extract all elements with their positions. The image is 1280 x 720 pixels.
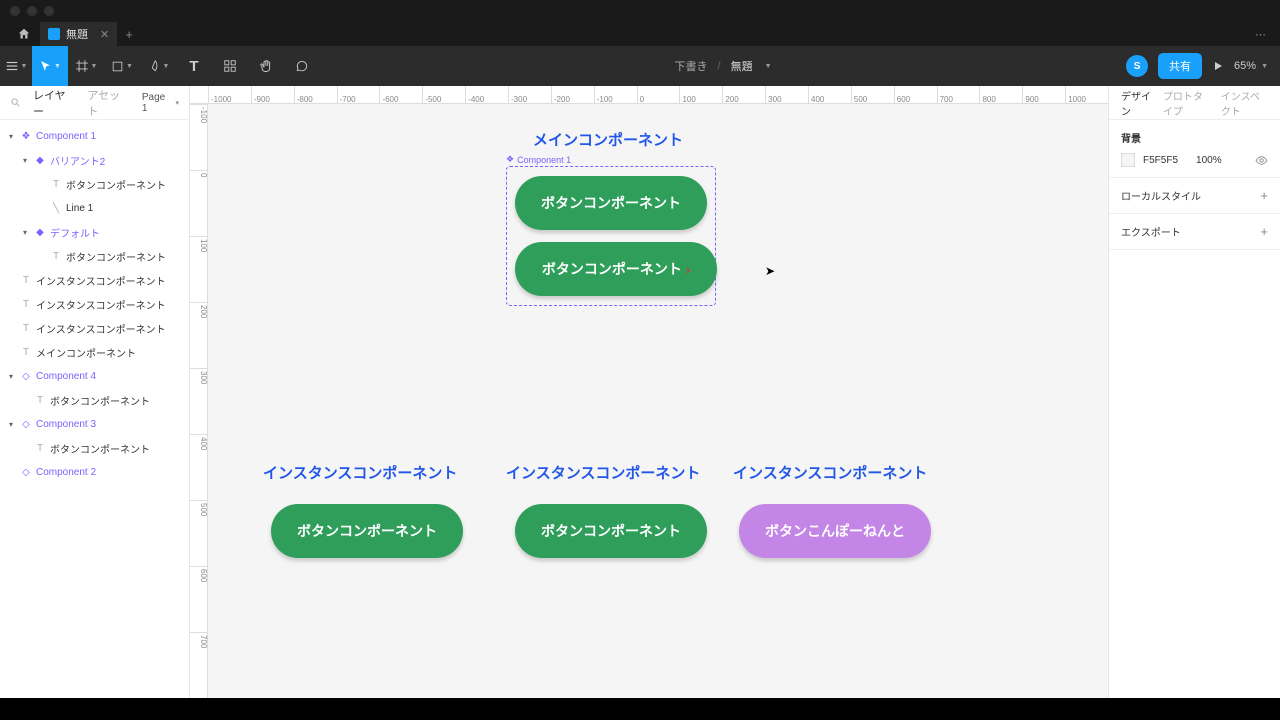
share-button[interactable]: 共有 — [1158, 53, 1202, 79]
bottom-bar — [0, 698, 1280, 720]
export-section[interactable]: エクスポート + — [1109, 214, 1280, 250]
main-component-title[interactable]: メインコンポーネント — [533, 129, 683, 150]
layer-text[interactable]: Tボタンコンポーネント — [0, 244, 189, 268]
shape-tool[interactable]: ▼ — [104, 46, 140, 86]
instance-title-2[interactable]: インスタンスコンポーネント — [506, 462, 700, 483]
layer-text[interactable]: Tボタンコンポーネント — [0, 172, 189, 196]
layer-text[interactable]: Tボタンコンポーネント — [0, 436, 189, 460]
left-panel: レイヤー アセット Page 1 ▾ ▾❖Component 1 ▾◆バリアント… — [0, 86, 190, 698]
layers-tab[interactable]: レイヤー — [33, 87, 75, 119]
add-export-icon[interactable]: + — [1260, 224, 1268, 239]
present-button[interactable] — [1212, 60, 1224, 72]
instance-title-1[interactable]: インスタンスコンポーネント — [263, 462, 457, 483]
close-tab-icon[interactable]: ✕ — [100, 28, 109, 41]
layer-text[interactable]: Tインスタンスコンポーネント — [0, 292, 189, 316]
button-instance-2[interactable]: ボタンコンポーネント — [515, 504, 707, 558]
chevron-down-icon: ▼ — [1261, 63, 1268, 70]
zoom-label: 65% — [1234, 60, 1256, 72]
chevron-down-icon[interactable]: ▼ — [765, 63, 772, 70]
button-component-default[interactable]: ボタンコンポーネント — [515, 176, 707, 230]
search-icon[interactable] — [10, 97, 21, 108]
chevron-right-icon: › — [686, 262, 690, 277]
hand-tool[interactable] — [248, 46, 284, 86]
home-tab[interactable] — [8, 22, 40, 46]
draft-label[interactable]: 下書き — [675, 58, 708, 74]
background-section: 背景 F5F5F5 100% — [1109, 120, 1280, 178]
background-swatch[interactable] — [1121, 153, 1135, 167]
zoom-control[interactable]: 65% ▼ — [1234, 60, 1268, 72]
window-menu-icon[interactable]: ⋯ — [1255, 28, 1280, 41]
layer-text[interactable]: Tメインコンポーネント — [0, 340, 189, 364]
layer-variant[interactable]: ▾◆バリアント2 — [0, 148, 189, 172]
layer-line[interactable]: ╲Line 1 — [0, 196, 189, 220]
user-avatar[interactable]: S — [1126, 55, 1148, 77]
file-tab-title: 無題 — [66, 26, 88, 42]
canvas-area[interactable]: -1000-900-800-700-600-500-400-300-200-10… — [190, 86, 1108, 698]
toolbar: ▼ ▼ ▼ ▼ ▼ T 下書き / 無題 ▼ S 共有 65% — [0, 46, 1280, 86]
layers-list: ▾❖Component 1 ▾◆バリアント2 Tボタンコンポーネント ╲Line… — [0, 120, 189, 488]
pen-tool[interactable]: ▼ — [140, 46, 176, 86]
maximize-window-icon[interactable] — [44, 6, 54, 16]
text-tool[interactable]: T — [176, 46, 212, 86]
toolbar-center: 下書き / 無題 ▼ — [320, 58, 1126, 74]
background-hex[interactable]: F5F5F5 — [1143, 155, 1178, 166]
instance-title-3[interactable]: インスタンスコンポーネント — [733, 462, 927, 483]
comment-tool[interactable] — [284, 46, 320, 86]
file-icon — [48, 28, 60, 40]
file-title[interactable]: 無題 — [731, 58, 753, 74]
layer-text[interactable]: Tボタンコンポーネント — [0, 388, 189, 412]
main-menu-button[interactable]: ▼ — [0, 46, 32, 86]
layer-text[interactable]: Tインスタンスコンポーネント — [0, 316, 189, 340]
layer-component[interactable]: ▾◇Component 3 — [0, 412, 189, 436]
add-style-icon[interactable]: + — [1260, 188, 1268, 203]
button-instance-3[interactable]: ボタンこんぽーねんと — [739, 504, 931, 558]
mac-titlebar — [0, 0, 1280, 22]
cursor-icon: ➤ — [765, 264, 775, 278]
background-title: 背景 — [1121, 130, 1268, 145]
new-tab-button[interactable]: + — [117, 22, 141, 46]
minimize-window-icon[interactable] — [27, 6, 37, 16]
background-opacity[interactable]: 100% — [1196, 155, 1222, 166]
file-tab[interactable]: 無題 ✕ — [40, 22, 117, 46]
layer-text[interactable]: Tインスタンスコンポーネント — [0, 268, 189, 292]
visibility-icon[interactable] — [1255, 154, 1268, 167]
page-selector[interactable]: Page 1 ▾ — [142, 92, 179, 114]
layer-component[interactable]: ◇Component 2 — [0, 460, 189, 484]
layer-variant[interactable]: ▾◆デフォルト — [0, 220, 189, 244]
inspect-tab[interactable]: インスペクト — [1221, 88, 1268, 118]
resources-tool[interactable] — [212, 46, 248, 86]
button-component-variant2[interactable]: ボタンコンポーネント › — [515, 242, 717, 296]
local-styles-section[interactable]: ローカルスタイル + — [1109, 178, 1280, 214]
vertical-ruler: -1000100200300400500600700 — [190, 86, 208, 698]
assets-tab[interactable]: アセット — [87, 87, 130, 119]
frame-tool[interactable]: ▼ — [68, 46, 104, 86]
move-tool[interactable]: ▼ — [32, 46, 68, 86]
component-name-label[interactable]: ❖Component 1 — [506, 154, 571, 165]
tabbar: 無題 ✕ + ⋯ — [0, 22, 1280, 46]
right-panel: デザイン プロトタイプ インスペクト 背景 F5F5F5 100% ローカルスタ… — [1108, 86, 1280, 698]
button-instance-1[interactable]: ボタンコンポーネント — [271, 504, 463, 558]
horizontal-ruler: -1000-900-800-700-600-500-400-300-200-10… — [190, 86, 1108, 104]
design-tab[interactable]: デザイン — [1121, 88, 1153, 118]
prototype-tab[interactable]: プロトタイプ — [1163, 88, 1211, 118]
layer-component-set[interactable]: ▾❖Component 1 — [0, 124, 189, 148]
close-window-icon[interactable] — [10, 6, 20, 16]
layer-component[interactable]: ▾◇Component 4 — [0, 364, 189, 388]
